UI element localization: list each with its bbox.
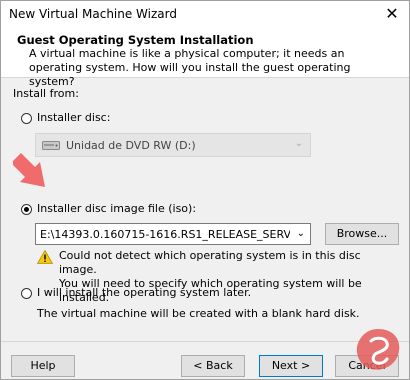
window-title: New Virtual Machine Wizard — [9, 7, 177, 21]
help-button[interactable]: Help — [11, 355, 75, 377]
iso-path-combobox[interactable]: E:\14393.0.160715-1616.RS1_RELEASE_SERVE… — [35, 223, 311, 245]
installer-disc-label[interactable]: Installer disc: — [37, 111, 110, 124]
install-later-radio[interactable] — [21, 288, 32, 299]
page-title: Guest Operating System Installation — [17, 33, 254, 47]
back-button[interactable]: < Back — [181, 355, 245, 377]
wizard-window: New Virtual Machine Wizard ✕ Guest Opera… — [0, 0, 410, 380]
warning-icon — [37, 250, 53, 264]
installer-disc-radio[interactable] — [21, 113, 32, 124]
warning-line-1: Could not detect which operating system … — [59, 249, 361, 276]
drive-select: Unidad de DVD RW (D:) ⌄ — [35, 133, 311, 157]
close-icon[interactable]: ✕ — [383, 5, 401, 23]
browse-button[interactable]: Browse... — [325, 223, 399, 245]
chevron-down-icon[interactable]: ⌄ — [297, 228, 305, 239]
iso-label[interactable]: Installer disc image file (iso): — [37, 202, 196, 215]
wizard-header: Guest Operating System Installation A vi… — [1, 31, 409, 88]
watermark-logo — [356, 329, 400, 370]
install-from-label: Install from: — [13, 87, 79, 100]
iso-path-value[interactable]: E:\14393.0.160715-1616.RS1_RELEASE_SERVE… — [40, 228, 290, 241]
drive-select-value: Unidad de DVD RW (D:) — [66, 139, 196, 152]
page-subtitle: A virtual machine is like a physical com… — [29, 47, 351, 88]
install-later-label[interactable]: I will install the operating system late… — [37, 286, 251, 299]
title-bar: New Virtual Machine Wizard ✕ — [1, 1, 409, 31]
chevron-down-icon: ⌄ — [294, 138, 303, 149]
footer-divider — [1, 341, 409, 342]
iso-radio[interactable] — [21, 204, 32, 215]
install-later-note: The virtual machine will be created with… — [37, 307, 360, 320]
pointer-arrow-icon — [13, 153, 45, 187]
next-button[interactable]: Next > — [259, 355, 323, 377]
